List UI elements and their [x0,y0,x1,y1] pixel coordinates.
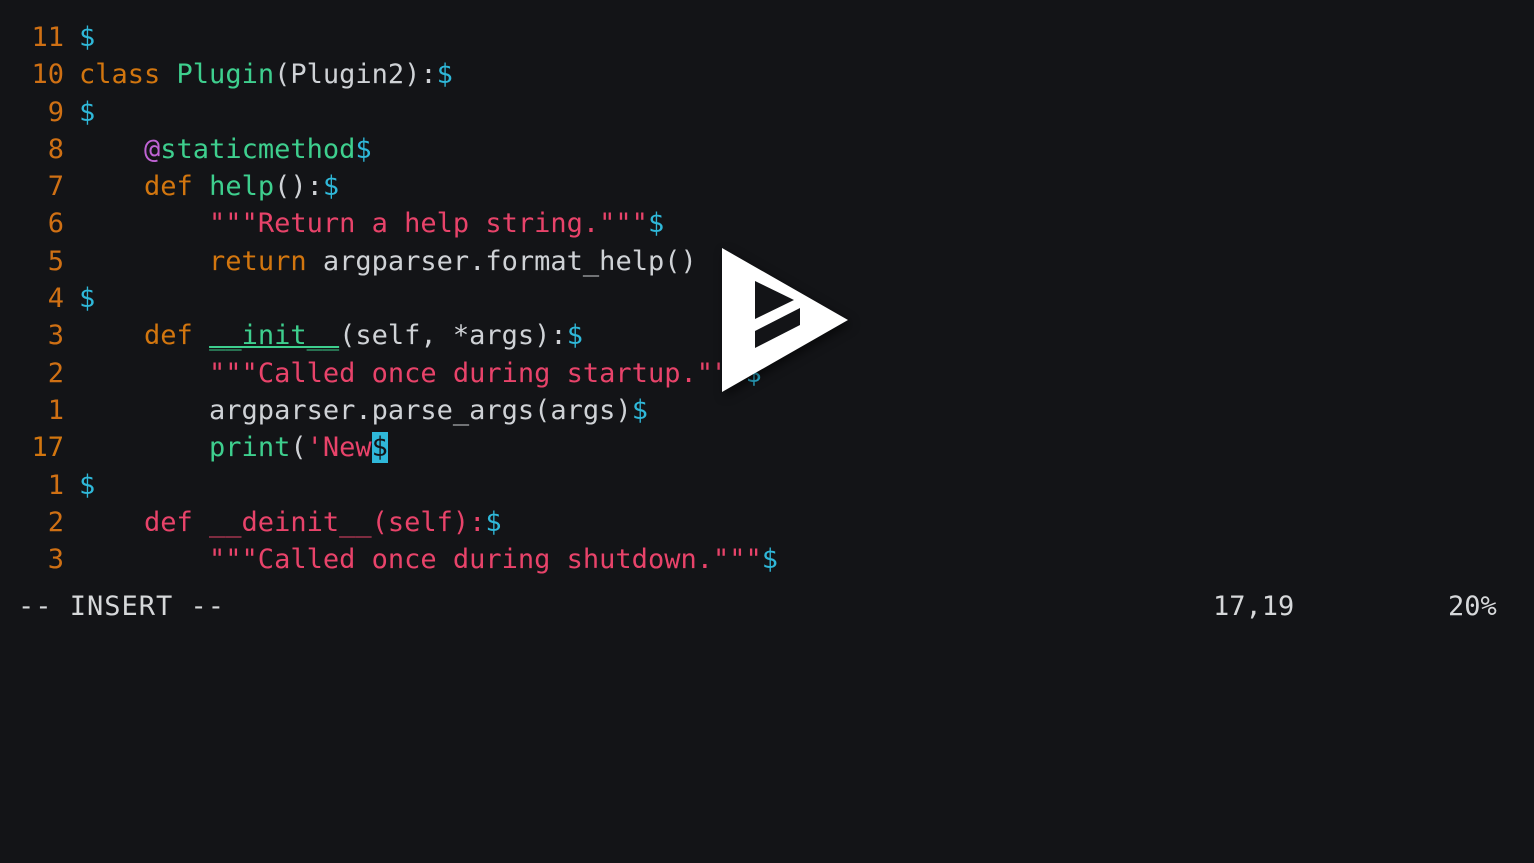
line-number: 10 [31,59,64,91]
code-line-content: def __deinit__(self):$ [79,507,502,538]
code-token: argparser.format_help() [322,245,697,277]
status-file-percent: 20% [1448,591,1497,622]
code-line[interactable]: 1 $ [0,467,1534,504]
code-line-content: $ [79,97,95,128]
line-number: 7 [47,171,64,203]
code-line-content: $ [79,283,95,314]
decorator-token: @ [144,133,161,165]
eol-marker: $ [355,133,372,165]
identifier-token: __init__ [209,320,340,352]
line-number: 17 [31,432,64,464]
line-number: 3 [47,544,64,576]
code-line-content: @staticmethod$ [79,134,372,165]
code-token: (self, *args): [339,320,567,352]
code-line[interactable]: 9 $ [0,94,1534,131]
eol-marker: $ [79,22,96,53]
code-line-content: argparser.parse_args(args)$ [79,395,648,426]
line-number: 11 [31,22,64,53]
eol-marker: $ [79,96,96,128]
code-token: (): [274,171,323,203]
string-token: def __deinit__(self): [79,506,486,538]
code-line-content: """Called once during shutdown."""$ [79,544,778,575]
string-token: """Return a help string.""" [209,208,648,240]
code-line-content: """Called once during startup."""$ [79,358,762,389]
terminal-window: 11 $10 class Plugin(Plugin2):$ 9 $8 @staticm… [0,0,1534,635]
text-cursor: $ [371,432,388,464]
code-line[interactable]: 8 @staticmethod$ [0,131,1534,168]
vim-status-line: -- INSERT -- 17,19 20% [0,578,1534,635]
code-line-content: def __init__(self, *args):$ [79,320,583,351]
line-number: 9 [47,96,64,128]
keyword-token: return [209,245,323,277]
line-number: 2 [47,506,64,538]
code-line[interactable]: 17 print('New$ [0,429,1534,466]
status-mode-indicator: -- INSERT -- [18,591,226,622]
code-line-content: $ [79,22,95,53]
play-button-overlay[interactable] [722,248,848,392]
identifier-token: Plugin [176,59,275,91]
keyword-token: class [79,59,177,91]
code-line[interactable]: 10 class Plugin(Plugin2):$ [0,56,1534,93]
eol-marker: $ [647,208,665,240]
line-number: 2 [47,357,64,389]
code-line-content: return argparser.format_help() [79,246,697,277]
eol-marker: $ [631,394,648,426]
line-number: 6 [47,208,64,240]
string-token: """Called once during shutdown.""" [79,544,762,576]
code-token: argparser.parse_args(args) [79,394,632,426]
code-line[interactable]: 11 $ [0,19,1534,56]
eol-marker: $ [322,171,340,203]
line-number: 1 [47,394,64,426]
play-triangle-icon[interactable] [722,248,848,392]
eol-marker: $ [79,469,96,501]
code-line[interactable]: 6 """Return a help string."""$ [0,205,1534,242]
keyword-token: def [144,171,210,203]
keyword-token: def [144,320,210,352]
code-line-content: class Plugin(Plugin2):$ [79,59,453,90]
line-number: 1 [47,469,64,501]
builtin-token: print [209,432,291,464]
eol-marker: $ [761,544,778,576]
code-token: ( [290,432,307,464]
identifier-token: help [209,171,275,203]
code-token: (Plugin2): [274,59,437,91]
status-cursor-position: 17,19 [1213,591,1295,622]
line-number: 8 [47,133,64,165]
string-token: 'New [306,432,372,464]
line-number: 4 [47,283,64,315]
eol-marker: $ [436,59,453,91]
code-line[interactable]: 7 def help():$ [0,168,1534,205]
eol-marker: $ [566,320,583,352]
line-number: 5 [47,245,64,277]
code-line-content: """Return a help string."""$ [79,208,664,239]
code-line-content: print('New$ [79,432,388,464]
line-number: 3 [47,320,64,352]
eol-marker: $ [485,506,502,538]
code-line-content: def help():$ [79,171,339,202]
string-token: """Called once during startup.""" [209,357,746,389]
code-line-content: $ [79,470,95,501]
eol-marker: $ [79,283,96,315]
code-line[interactable]: 2 def __deinit__(self):$ [0,504,1534,541]
code-line[interactable]: 1 argparser.parse_args(args)$ [0,392,1534,429]
code-line[interactable]: 3 """Called once during shutdown."""$ [0,541,1534,578]
identifier-token: staticmethod [160,133,356,165]
